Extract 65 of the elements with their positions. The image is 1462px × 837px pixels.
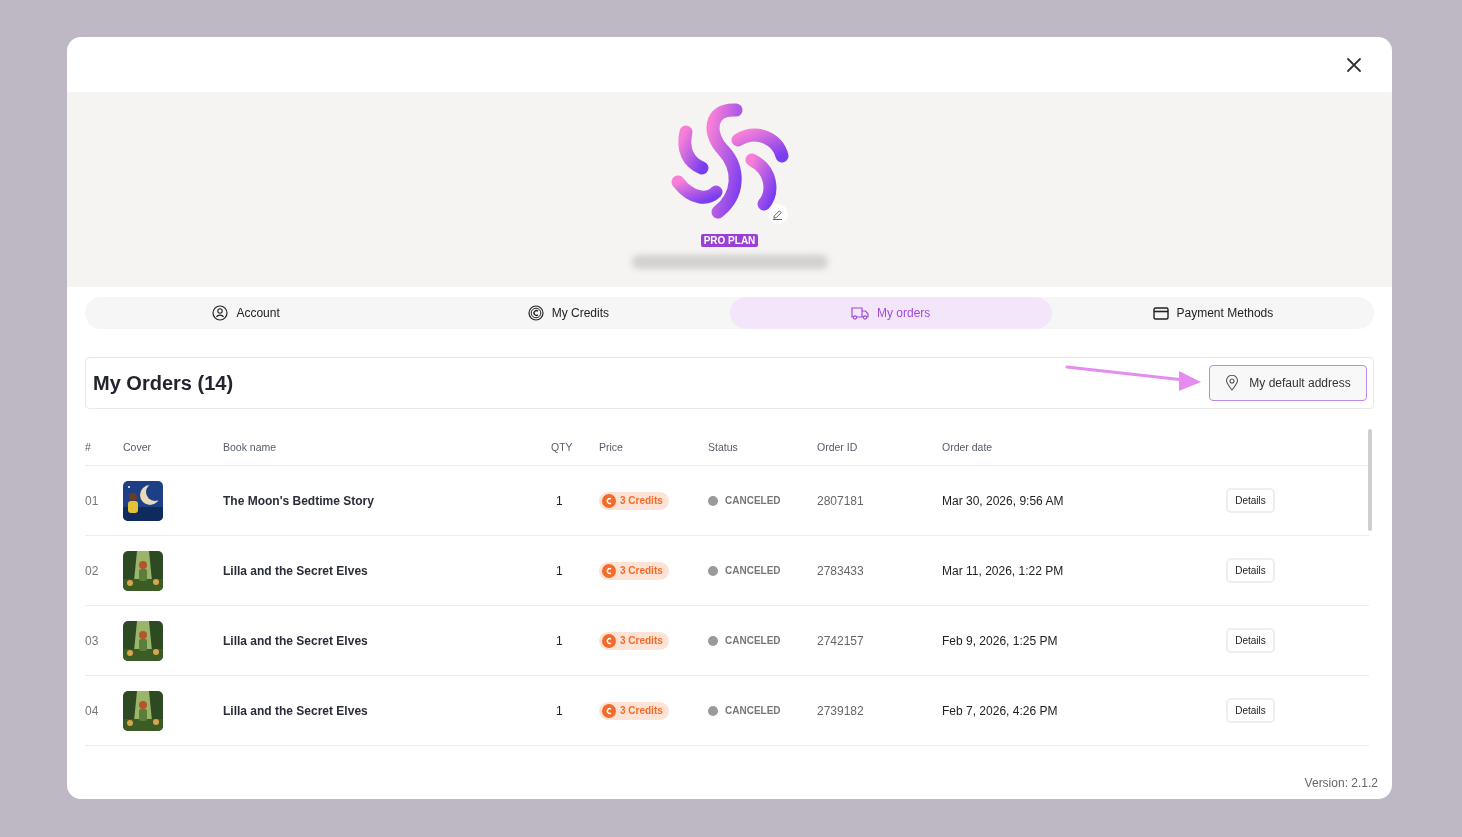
pencil-icon	[772, 208, 783, 220]
column-header: Cover	[123, 441, 152, 453]
order-id: 2807181	[817, 493, 865, 508]
quantity: 1	[555, 703, 564, 718]
order-id: 2783433	[817, 563, 865, 578]
tab[interactable]: My orders	[729, 297, 1052, 329]
orders-title: My Orders (14)	[93, 371, 234, 395]
tab[interactable]: Account	[85, 297, 408, 329]
coin-icon	[602, 563, 616, 578]
truck-icon	[850, 306, 869, 320]
price-badge: 3 Credits	[599, 561, 669, 580]
column-header: QTY	[551, 441, 574, 453]
order-date: Feb 9, 2026, 1:25 PM	[942, 633, 1059, 648]
order-date: Mar 30, 2026, 9:56 AM	[942, 493, 1065, 508]
coin-icon	[602, 703, 616, 718]
details-button[interactable]: Details	[1226, 488, 1275, 513]
scrollbar[interactable]	[1368, 429, 1372, 531]
column-header: Order date	[942, 441, 994, 453]
row-number: 01	[85, 493, 100, 508]
price-badge: 3 Credits	[599, 631, 669, 650]
row-number: 03	[85, 633, 100, 648]
column-header: Price	[599, 441, 624, 453]
edit-avatar-button[interactable]	[767, 204, 788, 224]
column-header: Status	[708, 441, 739, 453]
version-label: Version: 2.1.2	[1304, 776, 1378, 790]
column-header: #	[85, 441, 92, 453]
plan-badge: PRO PLAN	[700, 234, 759, 247]
order-date: Mar 11, 2026, 1:22 PM	[942, 563, 1065, 578]
quantity: 1	[555, 493, 564, 508]
book-title: Lilla and the Secret Elves	[223, 563, 369, 578]
quantity: 1	[555, 563, 564, 578]
coin-icon	[602, 633, 616, 648]
book-title: The Moon's Bedtime Story	[223, 493, 375, 508]
price-badge: 3 Credits	[599, 701, 669, 720]
order-id: 2742157	[817, 633, 865, 648]
coin-icon	[602, 493, 616, 508]
coin-icon	[527, 305, 544, 321]
status-dot	[708, 495, 718, 506]
status-label: CANCELED	[725, 705, 781, 716]
tab[interactable]: My Credits	[407, 297, 730, 329]
status-label: CANCELED	[725, 565, 781, 576]
tab[interactable]: Payment Methods	[1051, 297, 1374, 329]
book-title: Lilla and the Secret Elves	[223, 703, 369, 718]
order-id: 2739182	[817, 703, 865, 718]
row-number: 04	[85, 703, 100, 718]
book-title: Lilla and the Secret Elves	[223, 633, 369, 648]
column-header: Book name	[223, 441, 278, 453]
status-dot	[708, 565, 718, 576]
order-date: Feb 7, 2026, 4:26 PM	[942, 703, 1059, 718]
location-pin-icon	[1225, 375, 1240, 391]
price-badge: 3 Credits	[599, 491, 669, 510]
details-button[interactable]: Details	[1226, 698, 1275, 723]
user-icon	[212, 305, 229, 321]
details-button[interactable]: Details	[1226, 628, 1275, 653]
row-number: 02	[85, 563, 100, 578]
default-address-button[interactable]: My default address	[1209, 365, 1367, 401]
quantity: 1	[555, 633, 564, 648]
details-button[interactable]: Details	[1226, 558, 1275, 583]
close-icon	[1346, 56, 1362, 73]
status-label: CANCELED	[725, 635, 781, 646]
status-label: CANCELED	[725, 495, 781, 506]
column-header: Order ID	[817, 441, 859, 453]
status-dot	[708, 705, 718, 716]
status-dot	[708, 635, 718, 646]
card-icon	[1152, 306, 1169, 320]
